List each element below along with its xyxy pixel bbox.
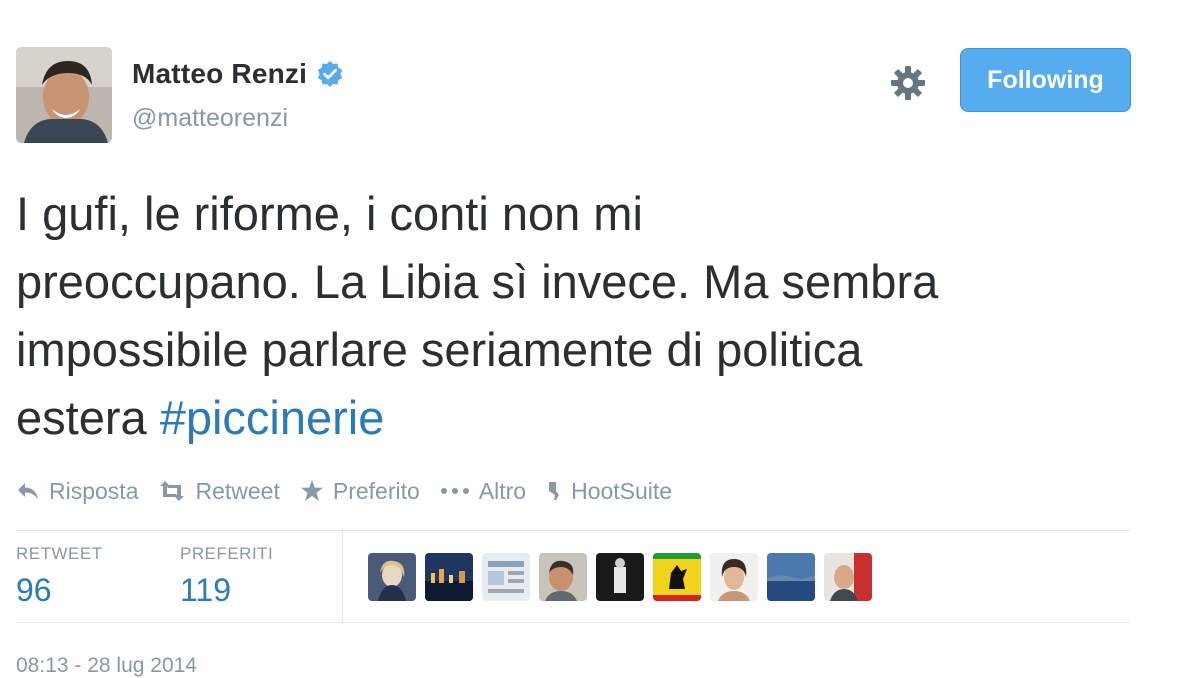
favoriter-avatar[interactable]: [596, 553, 644, 601]
retweet-action[interactable]: Retweet: [158, 477, 280, 505]
following-button[interactable]: Following: [960, 48, 1131, 112]
favorite-action[interactable]: Preferito: [300, 478, 420, 505]
author-avatar[interactable]: [16, 47, 112, 143]
more-action[interactable]: Altro: [440, 478, 526, 505]
author-name-row: Matteo Renzi: [132, 58, 344, 90]
hashtag-link[interactable]: #piccinerie: [160, 391, 385, 444]
more-dots-icon: [440, 488, 469, 494]
star-icon: [300, 480, 323, 501]
favoriter-avatar[interactable]: [767, 553, 815, 601]
favorites-stat-label: PREFERITI: [180, 544, 274, 563]
tweet-actions: Risposta Retweet Preferito Altro HootSui…: [16, 474, 692, 508]
hootsuite-label: HootSuite: [571, 477, 673, 504]
favorites-stat[interactable]: PREFERITI 119: [180, 544, 273, 609]
favoriter-avatar[interactable]: [425, 553, 473, 601]
author-avatar-image: [16, 47, 112, 143]
divider: [16, 622, 1130, 623]
retweet-stat[interactable]: RETWEET 96: [16, 544, 103, 609]
author-display-name[interactable]: Matteo Renzi: [132, 58, 307, 90]
favoriter-avatar[interactable]: [653, 553, 701, 601]
favorites-count: 119: [180, 572, 232, 608]
favoriter-avatars: [368, 553, 872, 601]
favoriter-avatar[interactable]: [368, 553, 416, 601]
reply-action[interactable]: Risposta: [16, 478, 138, 505]
favorite-label: Preferito: [332, 477, 420, 504]
retweet-stat-label: RETWEET: [16, 544, 103, 563]
more-label: Altro: [478, 477, 527, 504]
favoriter-avatar[interactable]: [710, 553, 758, 601]
author-handle[interactable]: @matteorenzi: [132, 104, 288, 133]
retweet-icon: [160, 481, 185, 501]
favoriter-avatar[interactable]: [482, 553, 530, 601]
hootsuite-icon: [549, 482, 560, 500]
retweet-label: Retweet: [195, 477, 280, 504]
verified-badge-icon: [316, 60, 344, 88]
tweet-text-line-start: estera: [16, 391, 160, 444]
gear-icon[interactable]: [888, 63, 928, 103]
hootsuite-action[interactable]: HootSuite: [546, 478, 672, 505]
tweet-text-line: preoccupano. La Libia sì invece. Ma semb…: [16, 255, 939, 308]
favoriter-avatar[interactable]: [539, 553, 587, 601]
tweet-timestamp[interactable]: 08:13 - 28 lug 2014: [16, 654, 197, 678]
reply-label: Risposta: [49, 477, 139, 504]
stats-divider: [342, 531, 343, 622]
retweet-count: 96: [16, 572, 52, 608]
tweet-text-line: estera #piccinerie: [16, 384, 1176, 452]
reply-icon: [18, 483, 38, 499]
tweet-text-line: impossibile parlare seriamente di politi…: [16, 323, 863, 376]
tweet-text: I gufi, le riforme, i conti non mi preoc…: [16, 180, 1176, 452]
tweet-text-line: I gufi, le riforme, i conti non mi: [16, 187, 643, 240]
divider: [16, 530, 1130, 531]
favoriter-avatar[interactable]: [824, 553, 872, 601]
